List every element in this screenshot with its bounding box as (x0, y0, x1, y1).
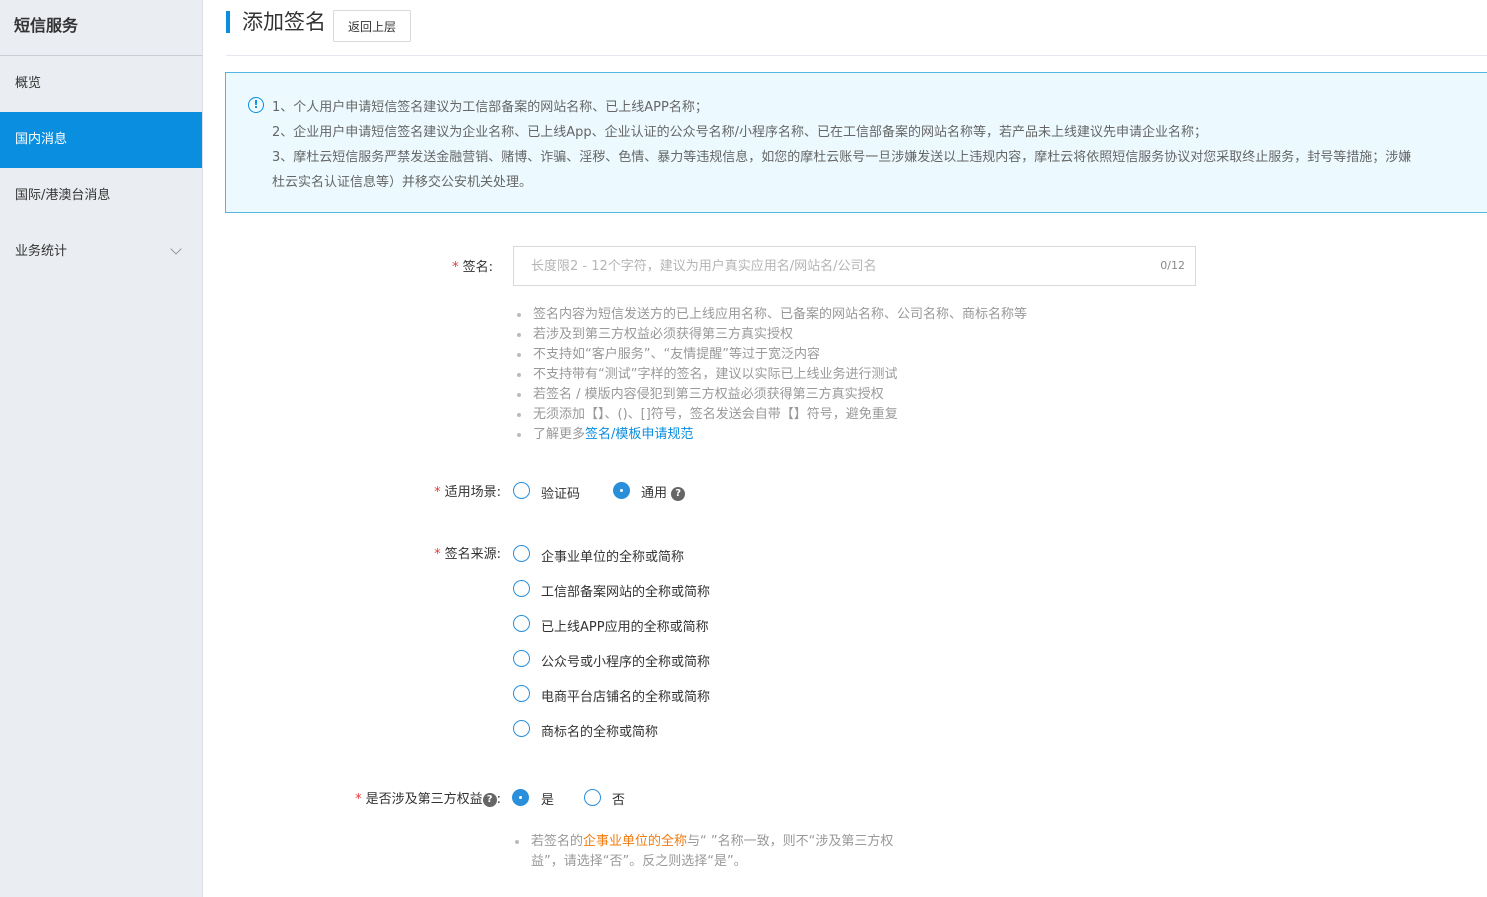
hint-highlight: 企事业单位的全称 (583, 834, 688, 849)
sidebar-item-label: 概览 (15, 76, 42, 91)
scene-label: * 适用场景: (434, 485, 501, 500)
third-party-radio-no[interactable] (584, 789, 601, 806)
notice-line: 杜云实名认证信息等）并移交公安机关处理。 (272, 175, 533, 190)
signature-field: 0/12 (513, 246, 1196, 286)
radio-label: 通用 ? (641, 482, 686, 501)
signature-input[interactable] (529, 247, 1133, 285)
third-party-radio-yes[interactable] (512, 789, 529, 806)
radio-label: 否 (612, 793, 626, 808)
chevron-down-icon (170, 243, 182, 255)
notice-line: 1、个人用户申请短信签名建议为工信部备案的网站名称、已上线APP名称； (272, 100, 708, 115)
sidebar: 短信服务 概览 国内消息 国际/港澳台消息 业务统计 (0, 0, 203, 897)
sidebar-title: 短信服务 (0, 0, 202, 56)
list-item: 若签名 / 模版内容侵犯到第三方权益必须获得第三方真实授权 (515, 385, 1027, 405)
radio-label: 商标名的全称或简称 (541, 725, 659, 740)
list-item: 签名内容为短信发送方的已上线应用名称、已备案的网站名称、公司名称、商标名称等 (515, 305, 1027, 325)
list-item: 若涉及到第三方权益必须获得第三方真实授权 (515, 325, 1027, 345)
list-item: 了解更多签名/模板申请规范 (515, 425, 1027, 445)
help-icon[interactable]: ? (482, 793, 497, 807)
source-radio-ecommerce[interactable] (513, 685, 530, 702)
radio-label: 公众号或小程序的全称或简称 (541, 655, 711, 670)
notice-line: 2、企业用户申请短信签名建议为企业名称、已上线App、企业认证的公众号名称/小程… (272, 125, 1208, 140)
notice-box: ! 1、个人用户申请短信签名建议为工信部备案的网站名称、已上线APP名称； 2、… (225, 72, 1487, 213)
source-radio-trademark[interactable] (513, 720, 530, 737)
template-guide-link[interactable]: 签名/模板申请规范 (585, 427, 693, 442)
list-item: 不支持带有“测试”字样的签名，建议以实际已上线业务进行测试 (515, 365, 1027, 385)
char-count: 0/12 (1160, 259, 1185, 272)
radio-label: 是 (541, 793, 555, 808)
radio-label: 电商平台店铺名的全称或简称 (541, 690, 711, 705)
radio-label: 验证码 (541, 487, 581, 502)
sidebar-item-domestic-messages[interactable]: 国内消息 (0, 112, 202, 168)
notice-line: 3、摩杜云短信服务严禁发送金融营销、赌博、诈骗、淫秽、色情、暴力等违规信息，如您… (272, 150, 1412, 165)
third-party-hint: 若签名的企事业单位的全称与“ ”名称一致，则不“涉及第三方权 益”，请选择“否”… (513, 832, 893, 872)
source-radio-app[interactable] (513, 615, 530, 632)
sidebar-item-label: 业务统计 (15, 244, 68, 259)
sidebar-item-label: 国际/港澳台消息 (15, 188, 111, 203)
hint-line: 益”，请选择“否”。反之则选择“是”。 (531, 854, 747, 869)
scene-radio-verification[interactable] (513, 482, 530, 499)
page-title: 添加签名 (242, 10, 326, 34)
help-icon[interactable]: ? (671, 487, 686, 501)
source-radio-enterprise[interactable] (513, 545, 530, 562)
back-button[interactable]: 返回上层 (333, 10, 411, 42)
radio-label: 已上线APP应用的全称或简称 (541, 620, 709, 635)
source-radio-official-account[interactable] (513, 650, 530, 667)
sidebar-item-label: 国内消息 (15, 132, 68, 147)
sidebar-item-business-statistics[interactable]: 业务统计 (0, 224, 202, 280)
sidebar-item-international-messages[interactable]: 国际/港澳台消息 (0, 168, 202, 224)
signature-label: * 签名: (452, 260, 493, 275)
radio-label: 企事业单位的全称或简称 (541, 550, 685, 565)
radio-label: 工信部备案网站的全称或简称 (541, 585, 711, 600)
list-item: 无须添加【】、()、[]符号，签名发送会自带【】符号，避免重复 (515, 405, 1027, 425)
sidebar-item-overview[interactable]: 概览 (0, 56, 202, 112)
list-item: 若签名的企事业单位的全称与“ ”名称一致，则不“涉及第三方权 (513, 832, 893, 852)
info-icon: ! (248, 97, 264, 113)
list-item: 不支持如“客户服务”、“友情提醒”等过于宽泛内容 (515, 345, 1027, 365)
scene-radio-general[interactable] (613, 482, 630, 499)
signature-tips: 签名内容为短信发送方的已上线应用名称、已备案的网站名称、公司名称、商标名称等 若… (515, 305, 1027, 445)
third-party-label: * 是否涉及第三方权益?: (355, 792, 501, 807)
page-header: 添加签名 返回上层 (226, 0, 1487, 56)
source-radio-website[interactable] (513, 580, 530, 597)
title-accent-bar (226, 11, 230, 33)
source-label: * 签名来源: (434, 547, 501, 562)
